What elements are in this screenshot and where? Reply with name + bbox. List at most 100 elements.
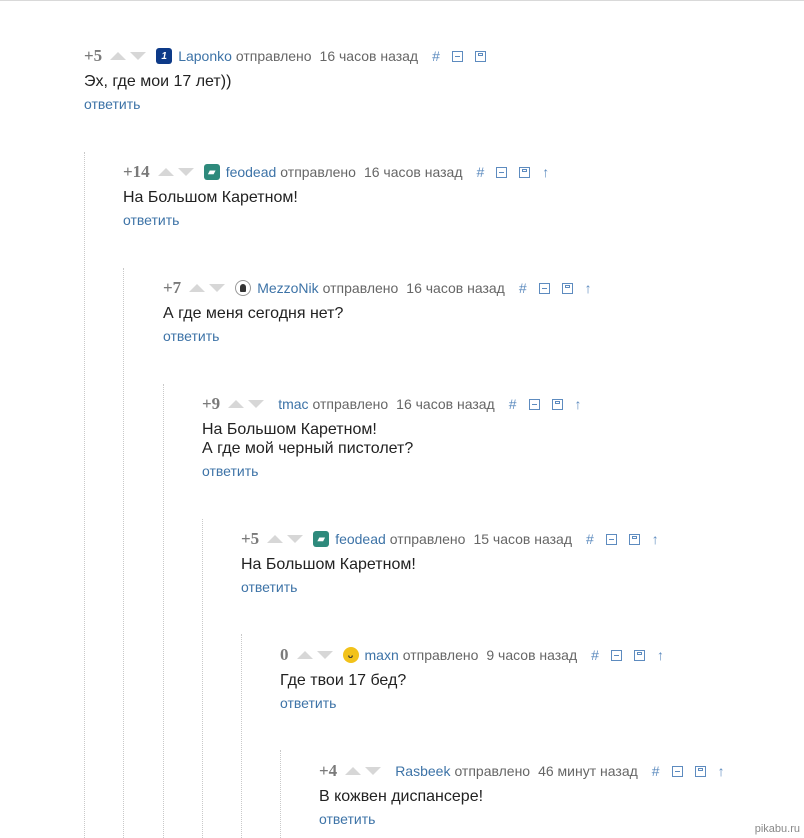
parent-arrow-icon[interactable]: ↑: [542, 165, 549, 179]
reply-link[interactable]: ответить: [241, 579, 297, 595]
permalink-link[interactable]: #: [519, 280, 527, 296]
vote-up-icon[interactable]: [157, 168, 174, 176]
vote-down-icon[interactable]: [209, 284, 226, 292]
comment-rating: 0: [280, 645, 289, 664]
comment-text: На Большом Каретном!: [241, 555, 659, 574]
username-link[interactable]: tmac: [278, 396, 308, 412]
username-link[interactable]: feodead: [335, 531, 386, 547]
permalink-link[interactable]: #: [652, 763, 660, 779]
permalink-link[interactable]: #: [432, 48, 440, 64]
vote-down-icon[interactable]: [130, 52, 147, 60]
thread-line: [84, 152, 85, 838]
vote-up-icon[interactable]: [228, 400, 245, 408]
comment-text-line: Эх, где мои 17 лет)): [84, 73, 232, 90]
comment-rating: +5: [84, 46, 103, 65]
reply-link[interactable]: ответить: [202, 463, 258, 479]
comment-header: +7 MezzoNik отправлено 16 часов назад # …: [163, 278, 592, 298]
comment-text-line: А где мой черный пистолет?: [202, 440, 414, 457]
vote-up-icon[interactable]: [110, 52, 127, 60]
watermark: pikabu.ru: [754, 823, 800, 835]
comment-text-line: На Большом Каретном!: [123, 189, 298, 206]
comment-text-line: А где меня сегодня нет?: [163, 305, 344, 322]
permalink-link[interactable]: #: [586, 531, 594, 547]
sent-label: отправлено: [454, 763, 531, 779]
collapse-icon[interactable]: [671, 765, 683, 777]
comment-text: А где меня сегодня нет?: [163, 304, 592, 323]
user-avatar[interactable]: ▰: [203, 164, 220, 180]
thread-line: [280, 750, 281, 838]
permalink-link[interactable]: #: [509, 396, 517, 412]
comment: +5 ▰ feodead отправлено 15 часов назад #…: [241, 529, 659, 597]
comment-text: В кожвен диспансере!: [319, 787, 725, 806]
comment-time[interactable]: 16 часов назад: [406, 280, 505, 296]
top-divider: [0, 0, 804, 1]
comment-header: +5 1 Laponko отправлено 16 часов назад #: [84, 46, 486, 66]
comment-time[interactable]: 9 часов назад: [486, 647, 577, 663]
comment-time[interactable]: 46 минут назад: [538, 763, 638, 779]
save-icon[interactable]: [633, 649, 645, 661]
reply-link[interactable]: ответить: [84, 96, 140, 112]
vote-up-icon[interactable]: [189, 284, 206, 292]
parent-arrow-icon[interactable]: ↑: [575, 397, 582, 411]
user-avatar[interactable]: ᴗ: [342, 647, 359, 663]
vote-down-icon[interactable]: [177, 168, 194, 176]
parent-arrow-icon[interactable]: ↑: [718, 764, 725, 778]
comment: +7 MezzoNik отправлено 16 часов назад # …: [163, 278, 592, 346]
vote-up-icon[interactable]: [267, 535, 284, 543]
parent-arrow-icon[interactable]: ↑: [652, 532, 659, 546]
collapse-icon[interactable]: [528, 398, 540, 410]
reply-link[interactable]: ответить: [280, 695, 336, 711]
parent-arrow-icon[interactable]: ↑: [657, 648, 664, 662]
username-link[interactable]: MezzoNik: [257, 280, 318, 296]
vote-down-icon[interactable]: [365, 767, 382, 775]
comment-rating: +14: [123, 162, 150, 181]
sent-label: отправлено: [322, 280, 399, 296]
vote-up-icon[interactable]: [345, 767, 362, 775]
comment-time[interactable]: 16 часов назад: [396, 396, 495, 412]
comment: +4 Rasbeek отправлено 46 минут назад # ↑…: [319, 761, 725, 829]
permalink-link[interactable]: #: [591, 647, 599, 663]
sent-label: отправлено: [280, 164, 356, 180]
save-icon[interactable]: [519, 166, 531, 178]
username-link[interactable]: maxn: [365, 647, 399, 663]
comment-time[interactable]: 15 часов назад: [473, 531, 572, 547]
user-avatar[interactable]: ▰: [313, 531, 330, 547]
comment-rating: +4: [319, 761, 338, 780]
reply-link[interactable]: ответить: [163, 328, 219, 344]
save-icon[interactable]: [474, 50, 486, 62]
comment-header: +14 ▰ feodead отправлено 16 часов назад …: [123, 162, 549, 182]
save-icon[interactable]: [551, 398, 563, 410]
collapse-icon[interactable]: [538, 282, 550, 294]
comment-text-line: На Большом Каретном!: [241, 556, 416, 573]
collapse-icon[interactable]: [451, 50, 463, 62]
save-icon[interactable]: [561, 282, 573, 294]
parent-arrow-icon[interactable]: ↑: [585, 281, 592, 295]
comment-time[interactable]: 16 часов назад: [364, 164, 463, 180]
comment-rating: +5: [241, 529, 260, 548]
comment-text-line: Где твои 17 бед?: [280, 672, 407, 689]
comment-header: 0 ᴗ maxn отправлено 9 часов назад # ↑: [280, 645, 664, 665]
collapse-icon[interactable]: [605, 533, 617, 545]
collapse-icon[interactable]: [496, 166, 508, 178]
user-avatar[interactable]: 1: [156, 48, 173, 64]
user-avatar[interactable]: [235, 280, 252, 296]
vote-down-icon[interactable]: [248, 400, 265, 408]
collapse-icon[interactable]: [610, 649, 622, 661]
comment-text-line: В кожвен диспансере!: [319, 788, 484, 805]
vote-down-icon[interactable]: [287, 535, 304, 543]
vote-down-icon[interactable]: [316, 651, 333, 659]
reply-link[interactable]: ответить: [123, 212, 179, 228]
permalink-link[interactable]: #: [476, 164, 484, 180]
username-link[interactable]: Rasbeek: [395, 763, 450, 779]
vote-up-icon[interactable]: [296, 651, 313, 659]
comment-text-line: На Большом Каретном!: [202, 421, 377, 438]
save-icon[interactable]: [628, 533, 640, 545]
username-link[interactable]: feodead: [226, 164, 277, 180]
comment: +9 tmac отправлено 16 часов назад # ↑ На…: [202, 394, 582, 481]
comment: 0 ᴗ maxn отправлено 9 часов назад # ↑ Гд…: [280, 645, 664, 713]
reply-link[interactable]: ответить: [319, 811, 375, 827]
username-link[interactable]: Laponko: [178, 48, 232, 64]
save-icon[interactable]: [694, 765, 706, 777]
comment-text: На Большом Каретном! А где мой черный пи…: [202, 420, 582, 458]
comment-time[interactable]: 16 часов назад: [320, 48, 419, 64]
